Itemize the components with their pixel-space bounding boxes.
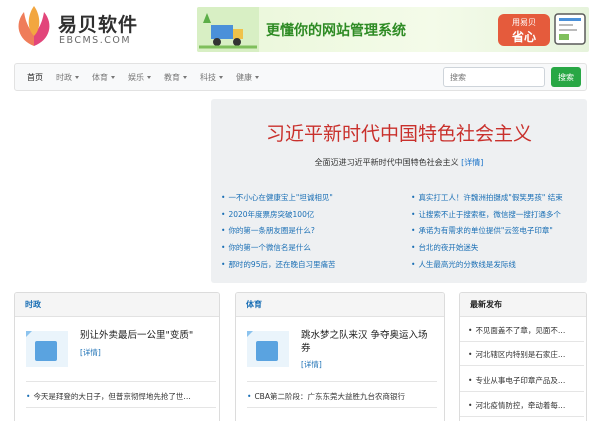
logo-subtitle: EBCMS.COM [59, 35, 132, 46]
divider [247, 381, 437, 382]
card-politics: 时政 别让外卖最后一公里"变质" [详情] 今天是拜登的大日子，但普京彻悍地先抢… [14, 292, 220, 421]
nav-item-politics[interactable]: 时政 [56, 72, 79, 83]
nav-menu: 首页 时政 体育 娱乐 教育 科技 健康 [27, 64, 272, 90]
hero-link-left-4[interactable]: 你的第一个微信名是什么 [221, 242, 389, 253]
chevron-down-icon [75, 75, 79, 79]
logo-name: 易贝软件 [58, 14, 139, 36]
card-latest-header: 最新发布 [460, 293, 586, 317]
picture-icon [256, 341, 278, 361]
banner-badge: 用易贝 省心 [498, 14, 550, 46]
hero-link-right-1[interactable]: 真实打工人！许魏洲拍摄成"假笑男孩" 结束 [411, 192, 579, 203]
hero-link-right-4[interactable]: 台北的夜开始迷失 [411, 242, 579, 253]
list-item[interactable]: CBA第二阶段：广东东莞大益胜九台农商银行 [247, 391, 437, 402]
list-item[interactable]: 今天是拜登的大日子，但普京彻悍地先抢了世… [26, 391, 216, 402]
chevron-down-icon [183, 75, 187, 79]
main-navbar: 首页 时政 体育 娱乐 教育 科技 健康 搜索 [14, 63, 587, 91]
picture-icon [35, 341, 57, 361]
list-item[interactable]: 河北疫情防控，牵动着每… [468, 400, 574, 411]
list-item[interactable]: 专业从事电子印章产品及… [468, 375, 574, 386]
hero-link-left-1[interactable]: 一不小心在健康宝上"坦诚相见" [221, 192, 389, 203]
nav-item-home[interactable]: 首页 [27, 72, 43, 83]
search-input[interactable] [443, 67, 545, 87]
corner-icon [247, 331, 253, 337]
card-politics-feature-title[interactable]: 别让外卖最后一公里"变质" [80, 329, 208, 342]
divider [460, 416, 584, 417]
hero-jumbotron: 习近平新时代中国特色社会主义 全面迈进习近平新时代中国特色社会主义 [详情] 一… [211, 99, 587, 283]
nav-item-health[interactable]: 健康 [236, 72, 259, 83]
divider [460, 365, 584, 366]
banner-tablet-icon [554, 13, 586, 45]
hero-link-right-3[interactable]: 承诺为有需求的单位提供"云签电子印章" [411, 225, 579, 236]
site-logo[interactable]: 易贝软件 EBCMS.COM [14, 4, 154, 50]
divider [460, 391, 584, 392]
divider [460, 341, 584, 342]
logo-petal-icon [18, 6, 50, 46]
image-placeholder-icon[interactable] [26, 331, 68, 367]
banner-badge-line1: 用易贝 [512, 18, 536, 27]
list-item[interactable]: 不见面盖不了章，见面不… [468, 325, 574, 336]
card-sports-detail-link[interactable]: [详情] [301, 359, 322, 370]
chevron-down-icon [255, 75, 259, 79]
chevron-down-icon [219, 75, 223, 79]
hero-link-right-2[interactable]: 让搜索不止于搜索框，微信搜一搜打通多个 [411, 209, 579, 220]
nav-item-entertainment[interactable]: 娱乐 [128, 72, 151, 83]
hero-link-left-3[interactable]: 你的第一条朋友圈是什么? [221, 225, 389, 236]
card-politics-detail-link[interactable]: [详情] [80, 347, 101, 358]
image-placeholder-icon[interactable] [247, 331, 289, 367]
nav-item-sports[interactable]: 体育 [92, 72, 115, 83]
hero-link-left-2[interactable]: 2020年度票房突破100亿 [221, 209, 389, 220]
divider [247, 407, 437, 408]
hero-title: 习近平新时代中国特色社会主义 [265, 123, 532, 145]
card-latest: 最新发布 不见面盖不了章，见面不… 河北辖区内特别是石家庄… 专业从事电子印章产… [459, 292, 587, 421]
nav-item-technology[interactable]: 科技 [200, 72, 223, 83]
nav-item-education[interactable]: 教育 [164, 72, 187, 83]
divider [26, 407, 216, 408]
hero-subtitle: 全面迈进习近平新时代中国特色社会主义 [详情] [211, 157, 587, 168]
ad-banner[interactable]: 更懂你的网站管理系统 用易贝 省心 [197, 7, 589, 52]
chevron-down-icon [147, 75, 151, 79]
hero-link-right-5[interactable]: 人生最高光的分数线是发际线 [411, 259, 579, 270]
card-sports-feature-title[interactable]: 跳水梦之队来汉 争夺奥运入场券 [301, 329, 429, 355]
banner-illustration-icon [197, 7, 259, 52]
card-sports: 体育 跳水梦之队来汉 争夺奥运入场券 [详情] CBA第二阶段：广东东莞大益胜九… [235, 292, 445, 421]
divider [26, 381, 216, 382]
chevron-down-icon [111, 75, 115, 79]
hero-subtitle-text: 全面迈进习近平新时代中国特色社会主义 [314, 158, 459, 167]
hero-detail-link[interactable]: [详情] [461, 158, 483, 167]
banner-badge-line2: 省心 [511, 30, 536, 44]
hero-link-left-5[interactable]: 那时的95后，还在晚自习里痛苦 [221, 259, 389, 270]
list-item[interactable]: 河北辖区内特别是石家庄… [468, 349, 574, 360]
card-sports-header[interactable]: 体育 [236, 293, 444, 317]
site-header: 易贝软件 EBCMS.COM 更懂你的网站管理系统 用易贝 省心 [0, 0, 600, 58]
banner-title: 更懂你的网站管理系统 [266, 23, 406, 39]
card-politics-header[interactable]: 时政 [15, 293, 219, 317]
corner-icon [26, 331, 32, 337]
search-button[interactable]: 搜索 [551, 67, 581, 87]
